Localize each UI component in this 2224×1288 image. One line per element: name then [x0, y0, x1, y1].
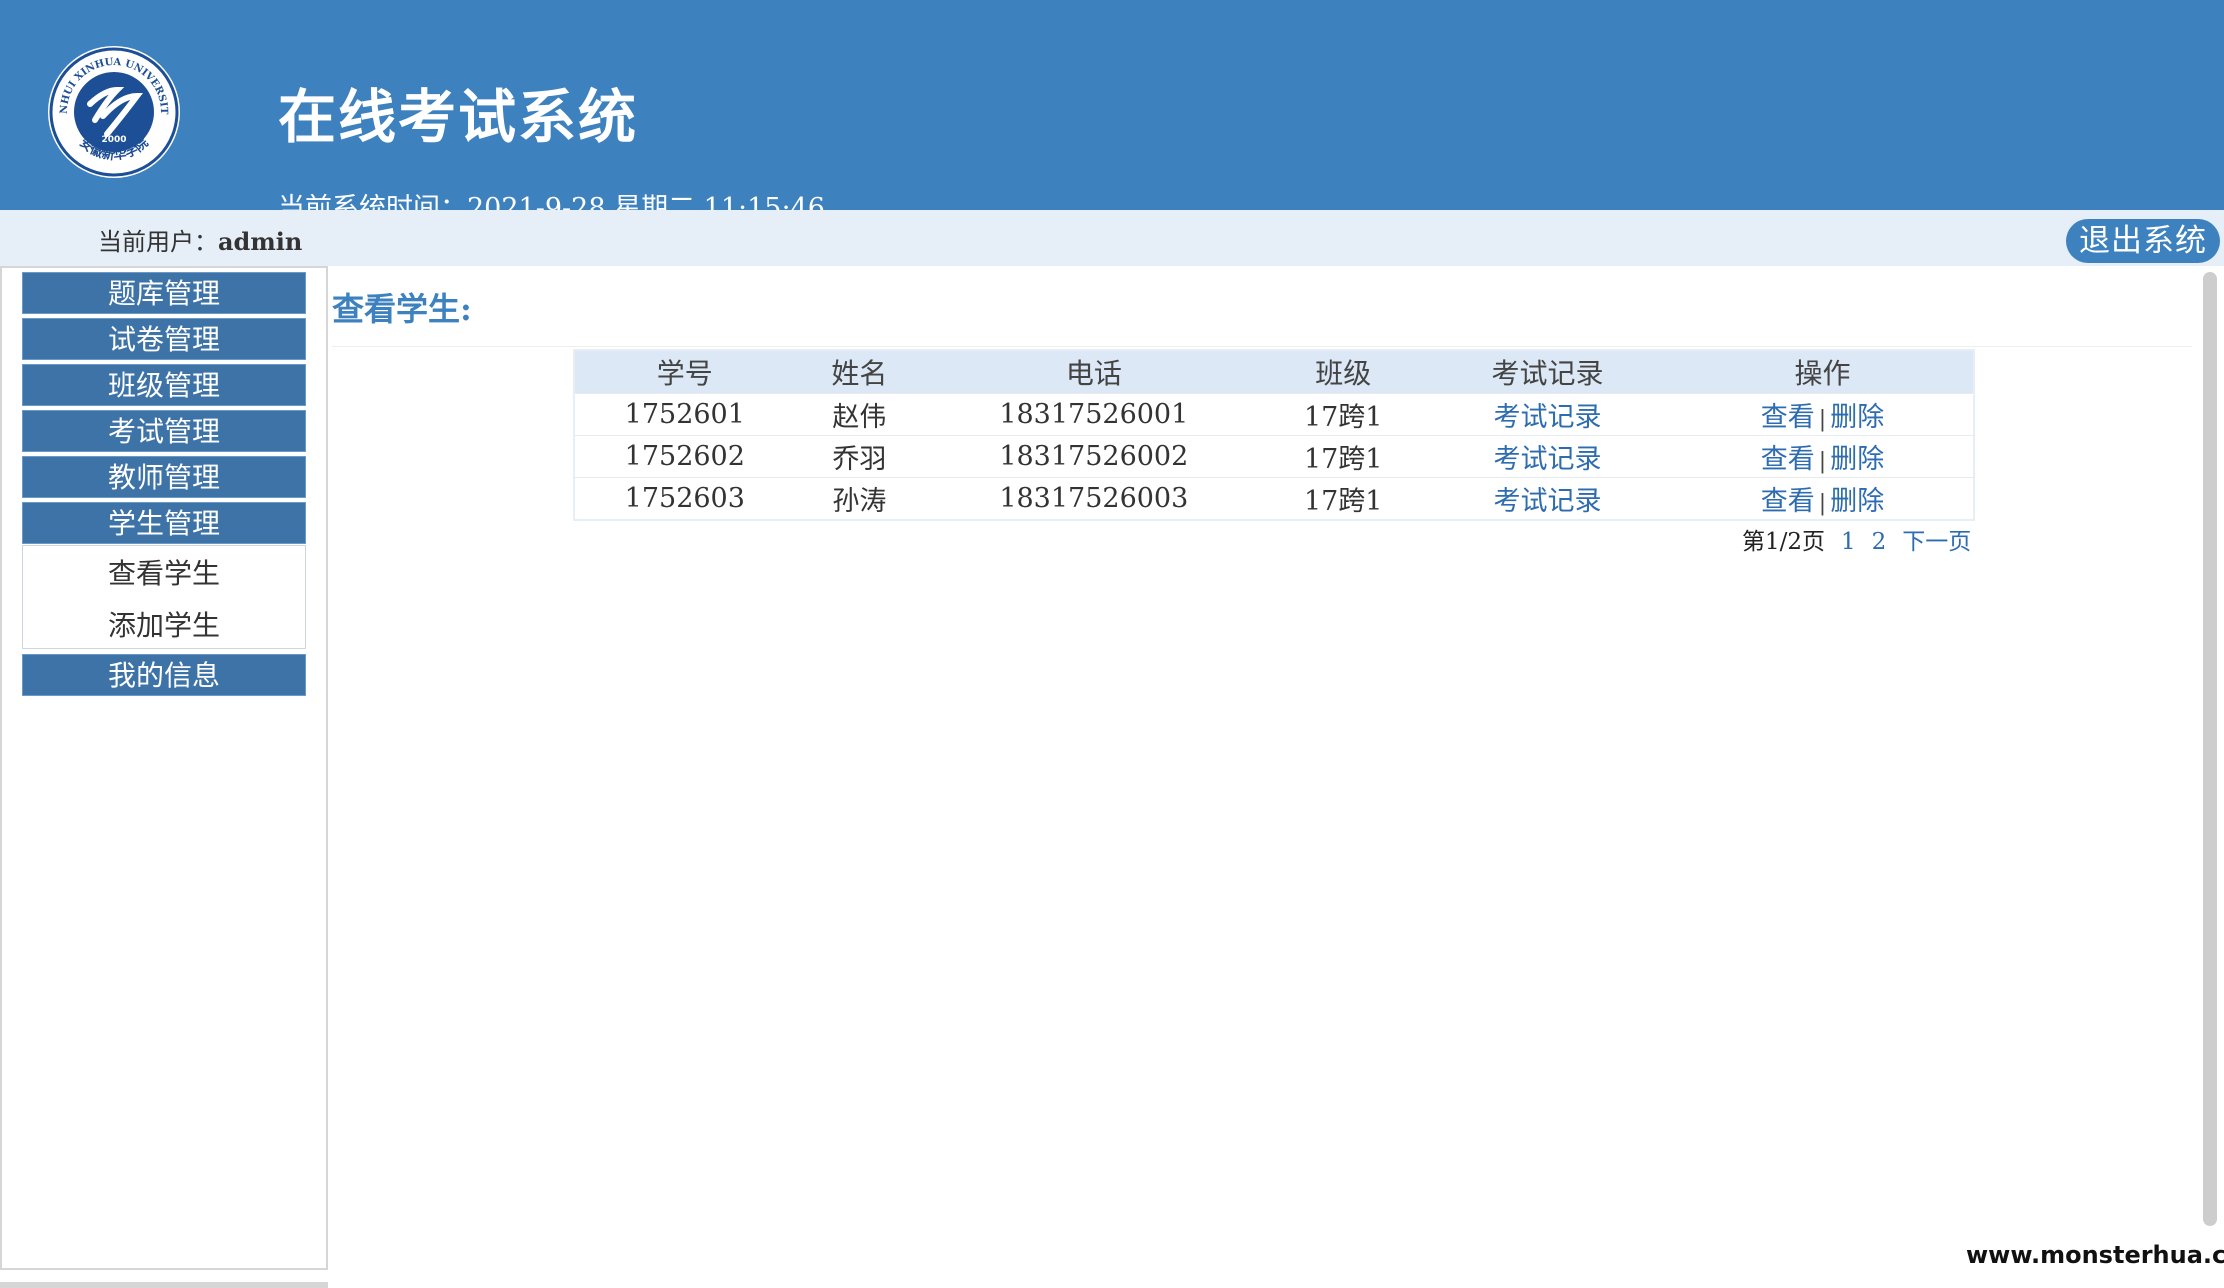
sidebar-item-my-info[interactable]: 我的信息 — [22, 654, 306, 696]
header: ANHUI XINHUA UNIVERSITY 安徽新华学院 2000 在线考试… — [0, 0, 2224, 210]
sidebar-item-students[interactable]: 学生管理 — [22, 502, 306, 544]
cell-record: 考试记录 — [1422, 477, 1673, 520]
sidebar-bottom-bar — [0, 1282, 328, 1288]
cell-class: 17跨1 — [1263, 435, 1423, 478]
cell-class: 17跨1 — [1263, 477, 1423, 520]
table-header-row: 学号 姓名 电话 班级 考试记录 操作 — [574, 350, 1974, 394]
sidebar-item-papers[interactable]: 试卷管理 — [22, 318, 306, 360]
current-username: admin — [218, 227, 303, 256]
cell-phone: 18317526003 — [924, 477, 1264, 520]
exam-record-link[interactable]: 考试记录 — [1494, 402, 1602, 433]
cell-phone: 18317526002 — [924, 435, 1264, 478]
cell-name: 赵伟 — [794, 393, 925, 436]
next-page-link[interactable]: 下一页 — [1902, 529, 1971, 555]
col-header-record: 考试记录 — [1422, 350, 1673, 394]
col-header-actions: 操作 — [1672, 350, 1974, 394]
cell-actions: 查看 | 删除 — [1672, 393, 1974, 436]
page-info: 第1/2页 — [1742, 529, 1826, 555]
table-row: 1752602 乔羽 18317526002 17跨1 考试记录 查看 | 删除 — [574, 435, 1974, 478]
page-link-1[interactable]: 1 — [1841, 529, 1856, 555]
current-user: 当前用户：admin — [98, 222, 302, 257]
scrollbar-thumb[interactable] — [2203, 272, 2217, 1226]
university-logo: ANHUI XINHUA UNIVERSITY 安徽新华学院 2000 — [45, 38, 180, 178]
sidebar-item-classes[interactable]: 班级管理 — [22, 364, 306, 406]
view-link[interactable]: 查看 — [1761, 444, 1815, 475]
students-table: 学号 姓名 电话 班级 考试记录 操作 1752601 赵伟 183175260… — [573, 349, 1975, 521]
title-divider — [332, 346, 2192, 347]
logo-year: 2000 — [101, 135, 126, 145]
exam-record-link[interactable]: 考试记录 — [1494, 444, 1602, 475]
logout-button[interactable]: 退出系统 — [2066, 219, 2220, 263]
cell-name: 乔羽 — [794, 435, 925, 478]
col-header-name: 姓名 — [794, 350, 925, 394]
cell-record: 考试记录 — [1422, 435, 1673, 478]
cell-record: 考试记录 — [1422, 393, 1673, 436]
view-link[interactable]: 查看 — [1761, 486, 1815, 517]
exam-record-link[interactable]: 考试记录 — [1494, 486, 1602, 517]
delete-link[interactable]: 删除 — [1830, 402, 1884, 433]
action-separator: | — [1818, 449, 1827, 474]
cell-id: 1752601 — [574, 393, 795, 436]
student-submenu: 查看学生 添加学生 — [22, 545, 306, 649]
sidebar-item-exams[interactable]: 考试管理 — [22, 410, 306, 452]
cell-actions: 查看 | 删除 — [1672, 435, 1974, 478]
cell-id: 1752603 — [574, 477, 795, 520]
submenu-add-student[interactable]: 添加学生 — [23, 604, 305, 644]
submenu-view-students[interactable]: 查看学生 — [23, 552, 305, 592]
page-title: 查看学生: — [332, 290, 472, 328]
cell-name: 孙涛 — [794, 477, 925, 520]
cell-id: 1752602 — [574, 435, 795, 478]
cell-class: 17跨1 — [1263, 393, 1423, 436]
col-header-class: 班级 — [1263, 350, 1423, 394]
pagination: 第1/2页 1 2 下一页 — [1742, 522, 1971, 556]
watermark: www.monsterhua.com — [1966, 1241, 2224, 1269]
action-separator: | — [1818, 491, 1827, 516]
sidebar-item-teachers[interactable]: 教师管理 — [22, 456, 306, 498]
system-time: 当前系统时间：2021-9-28 星期二 11:15:46 — [278, 193, 825, 210]
action-separator: | — [1818, 407, 1827, 432]
system-title: 在线考试系统 — [278, 83, 639, 151]
cell-phone: 18317526001 — [924, 393, 1264, 436]
col-header-phone: 电话 — [924, 350, 1264, 394]
current-user-label: 当前用户： — [98, 228, 218, 256]
cell-actions: 查看 | 删除 — [1672, 477, 1974, 520]
table-row: 1752603 孙涛 18317526003 17跨1 考试记录 查看 | 删除 — [574, 477, 1974, 520]
view-link[interactable]: 查看 — [1761, 402, 1815, 433]
user-bar: 当前用户：admin 退出系统 — [0, 210, 2224, 266]
sidebar-item-question-bank[interactable]: 题库管理 — [22, 272, 306, 314]
col-header-id: 学号 — [574, 350, 795, 394]
delete-link[interactable]: 删除 — [1830, 444, 1884, 475]
delete-link[interactable]: 删除 — [1830, 486, 1884, 517]
table-row: 1752601 赵伟 18317526001 17跨1 考试记录 查看 | 删除 — [574, 393, 1974, 436]
page-link-2[interactable]: 2 — [1872, 529, 1887, 555]
